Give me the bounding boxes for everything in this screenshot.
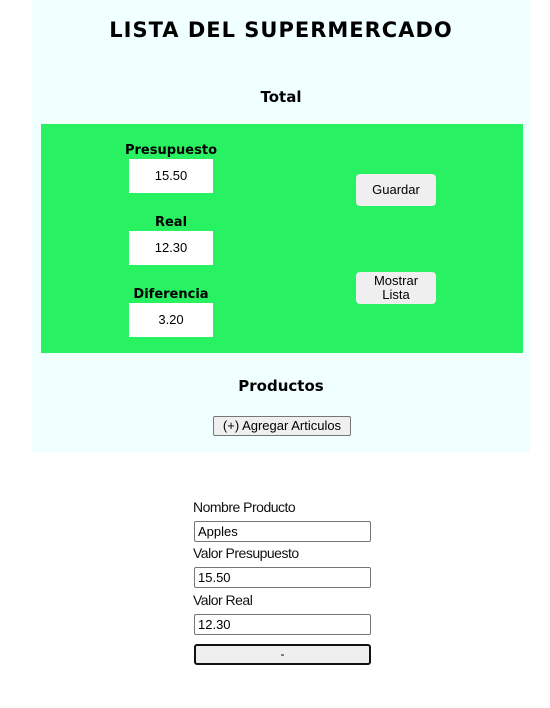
product-name-label: Nombre Producto bbox=[193, 499, 296, 515]
page-title: LISTA DEL SUPERMERCADO bbox=[109, 18, 453, 42]
budget-value-input[interactable]: 15.50 bbox=[194, 567, 371, 588]
actual-value-input[interactable]: 12.30 bbox=[194, 614, 371, 635]
show-list-label-line2: Lista bbox=[382, 287, 410, 302]
difference-label: Diferencia bbox=[133, 287, 209, 302]
show-list-button[interactable]: Mostrar Lista bbox=[356, 272, 436, 304]
total-heading: Total bbox=[260, 88, 302, 106]
products-heading: Productos bbox=[238, 377, 324, 395]
product-name-input[interactable]: Apples bbox=[194, 521, 371, 542]
remove-item-button[interactable]: - bbox=[194, 644, 371, 665]
budget-value: 15.50 bbox=[129, 159, 213, 193]
actual-label: Real bbox=[154, 215, 188, 230]
actual-value: 12.30 bbox=[129, 231, 213, 265]
budget-label: Presupuesto bbox=[124, 143, 217, 158]
add-items-button[interactable]: (+) Agregar Articulos bbox=[213, 416, 351, 436]
show-list-label-line1: Mostrar bbox=[373, 273, 419, 288]
difference-value: 3.20 bbox=[129, 303, 213, 337]
budget-value-label: Valor Presupuesto bbox=[193, 545, 299, 561]
save-button[interactable]: Guardar bbox=[356, 174, 436, 206]
actual-value-label: Valor Real bbox=[193, 592, 253, 608]
save-button-label: Guardar bbox=[372, 182, 420, 197]
summary-panel bbox=[41, 124, 523, 353]
